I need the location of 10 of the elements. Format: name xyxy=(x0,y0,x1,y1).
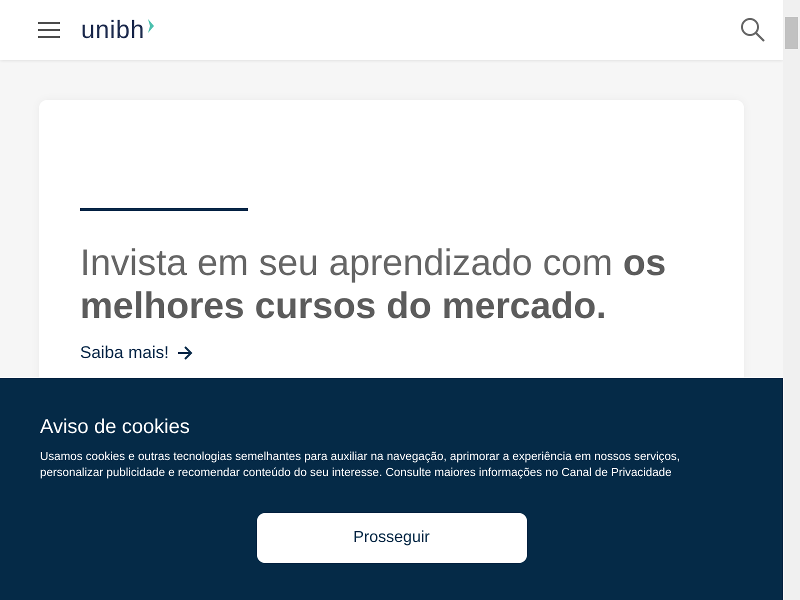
cookie-title: Aviso de cookies xyxy=(40,416,191,439)
search-icon[interactable] xyxy=(740,17,766,43)
logo[interactable]: unibh xyxy=(81,16,155,44)
scrollbar[interactable] xyxy=(783,0,800,600)
proceed-button[interactable]: Prosseguir xyxy=(256,513,526,563)
arrow-right-icon xyxy=(176,346,193,360)
menu-icon[interactable] xyxy=(37,21,61,39)
learn-more-link[interactable]: Saiba mais! xyxy=(80,343,193,363)
headline: Invista em seu aprendizado com os melhores cursos do mercado. xyxy=(80,241,668,327)
cookie-text: Usamos cookies e outras tecnologias semelhantes para auxiliar na navegação, aprimorar a experiência em nossos serviços, personalizar publicidade e recomendar conteúdo do seu interesse. Consulte maiores informações no Canal de Privacidade xyxy=(40,449,681,481)
